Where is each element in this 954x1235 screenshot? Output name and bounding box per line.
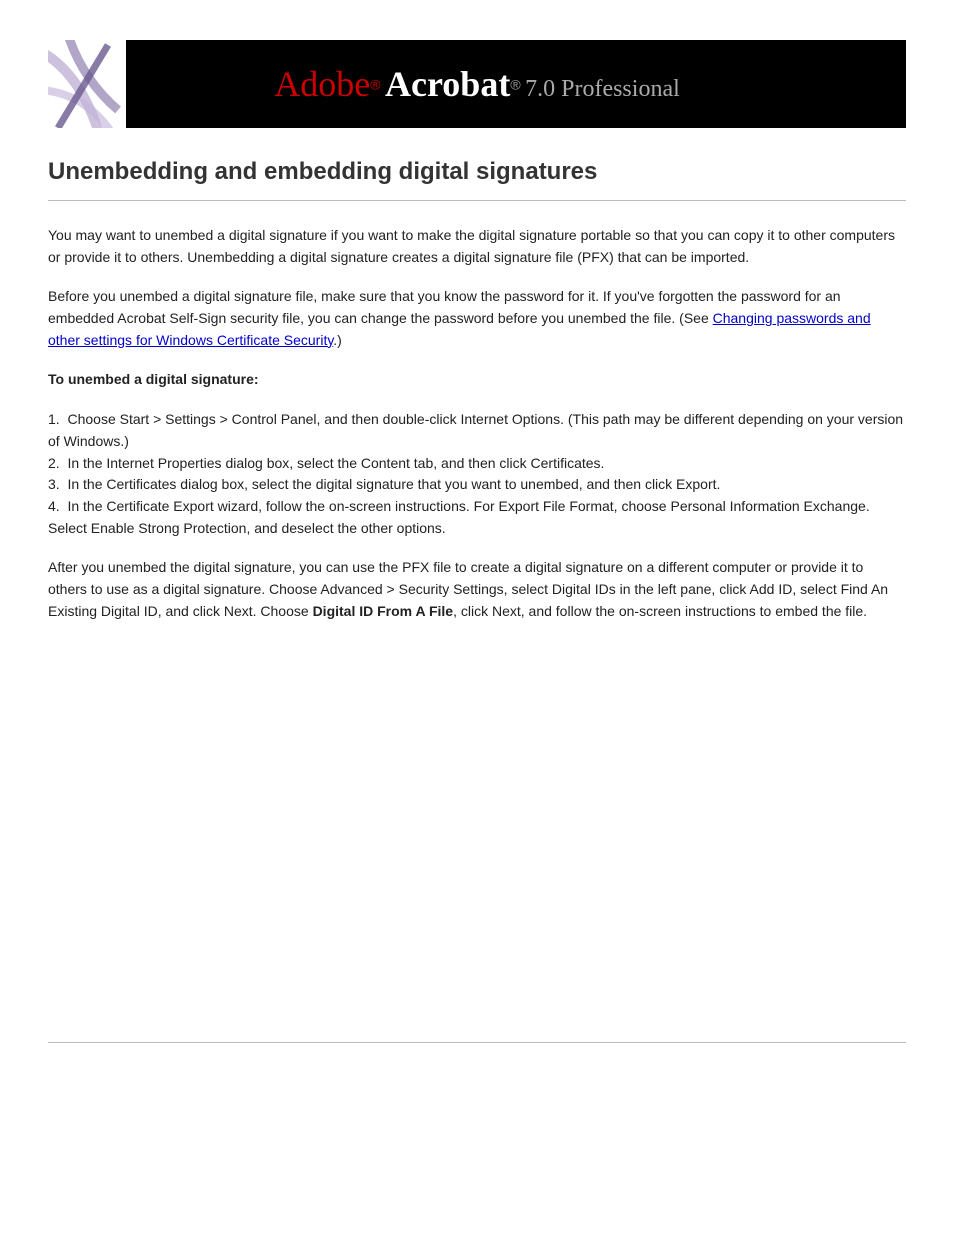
- content-area: Unembedding and embedding digital signat…: [0, 128, 954, 1043]
- registered-mark-icon: ®: [370, 77, 380, 93]
- step-3-text: In the Certificates dialog box, select t…: [67, 476, 720, 492]
- header-banner: Adobe® Acrobat® 7.0 Professional: [48, 40, 906, 128]
- procedure-label-text: To unembed a digital signature:: [48, 371, 259, 387]
- p5-bold: Digital ID From A File: [313, 603, 454, 619]
- step-1: 1. Choose Start > Settings > Control Pan…: [48, 409, 906, 539]
- paragraph-intro: You may want to unembed a digital signat…: [48, 225, 906, 268]
- paragraph-password-note: Before you unembed a digital signature f…: [48, 286, 906, 351]
- acrobat-logo-icon: [48, 40, 126, 128]
- step-1-text: Choose Start > Settings > Control Panel,…: [48, 411, 903, 449]
- product-name: Acrobat: [385, 64, 510, 104]
- brand-prefix: Adobe: [274, 64, 370, 104]
- header-title: Adobe® Acrobat® 7.0 Professional: [126, 63, 906, 105]
- page-title: Unembedding and embedding digital signat…: [48, 158, 906, 186]
- bottom-divider: [48, 1042, 906, 1043]
- body-text: You may want to unembed a digital signat…: [48, 225, 906, 622]
- step-2-text: In the Internet Properties dialog box, s…: [67, 455, 604, 471]
- step-4-text: In the Certificate Export wizard, follow…: [48, 498, 870, 536]
- p2-suffix: .): [333, 332, 342, 348]
- version-suffix: 7.0 Professional: [525, 76, 680, 102]
- registered-mark-icon: ®: [510, 77, 520, 93]
- title-divider: [48, 200, 906, 201]
- p5-suffix: , click Next, and follow the on-screen i…: [453, 603, 867, 619]
- procedure-label: To unembed a digital signature:: [48, 369, 906, 391]
- paragraph-after-unembed: After you unembed the digital signature,…: [48, 557, 906, 622]
